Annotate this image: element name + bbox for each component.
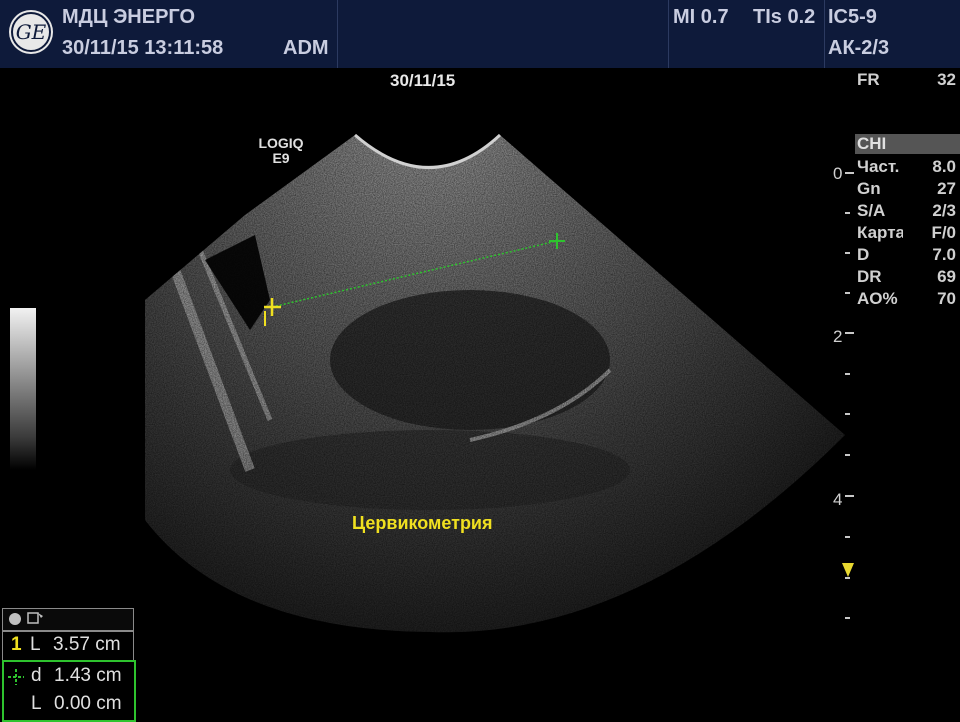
system-label: LOGIQ E9	[258, 135, 304, 166]
param-label: DR	[857, 267, 882, 286]
depth-tick	[845, 332, 854, 334]
depth-tick	[845, 454, 850, 456]
param-value: 70	[937, 289, 956, 308]
depth-tick	[845, 252, 850, 254]
fr-value: 32	[937, 70, 956, 89]
depth-tick	[845, 373, 850, 375]
image-date: 30/11/15	[390, 71, 456, 90]
measurement-row-length[interactable]: 1 L 3.57 cm	[2, 631, 134, 661]
param-value: 27	[937, 179, 956, 198]
param-label: Част.	[857, 157, 900, 176]
param-value: 8.0	[932, 157, 956, 176]
measurement-label: L	[30, 634, 41, 655]
measurement-label: d	[31, 665, 42, 686]
caliper-cross-icon	[8, 669, 24, 685]
param-label: D	[857, 245, 870, 264]
fr-label: FR	[857, 70, 880, 89]
depth-tick	[845, 413, 850, 415]
measurement-header	[2, 608, 134, 631]
ultrasound-image	[145, 133, 845, 633]
depth-tick	[845, 292, 850, 294]
depth-tick	[845, 212, 850, 214]
depth-tick	[845, 172, 854, 174]
depth-label: 2	[833, 327, 843, 346]
focus-marker-icon[interactable]	[842, 563, 854, 577]
param-value: F/0	[931, 223, 956, 242]
depth-tick	[845, 577, 850, 579]
measurement-value: 1.43 cm	[54, 665, 122, 686]
sector-scan	[145, 135, 845, 633]
measurement-value: 0.00 cm	[54, 693, 122, 714]
mode-badge: CHI	[855, 134, 960, 154]
param-value: 2/3	[932, 201, 956, 220]
depth-label: 0	[833, 164, 843, 183]
param-label: Карта	[857, 223, 903, 242]
depth-tick	[845, 495, 854, 497]
measurement-label: L	[31, 693, 42, 714]
param-value: 69	[937, 267, 956, 286]
param-label: S/A	[857, 201, 886, 220]
grayscale-bar	[10, 308, 36, 470]
measurement-toolbar-icons	[9, 612, 43, 625]
param-label: AO%	[857, 289, 898, 308]
depth-tick	[845, 536, 850, 538]
annotation-text: Цервикометрия	[352, 513, 493, 533]
measurement-row-distance[interactable]: d 1.43 cm L 0.00 cm	[2, 660, 136, 722]
depth-tick	[845, 617, 850, 619]
measurement-value: 3.57 cm	[53, 634, 121, 655]
param-value: 7.0	[932, 245, 956, 264]
param-label: Gn	[857, 179, 881, 198]
measurement-index: 1	[11, 634, 22, 655]
depth-label: 4	[833, 490, 843, 509]
